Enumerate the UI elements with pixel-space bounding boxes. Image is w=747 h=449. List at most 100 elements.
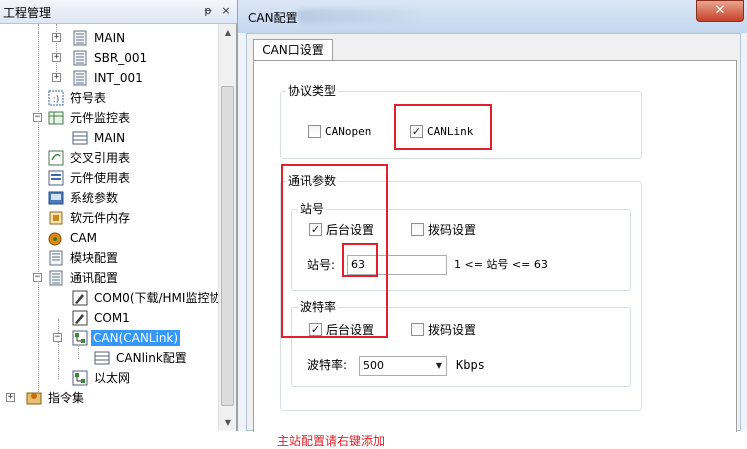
baud-background-checkbox[interactable]: ✓ 后台设置 xyxy=(309,322,385,338)
tree-item-com0[interactable]: COM0(下载/HMI监控协 xyxy=(0,288,218,308)
program-icon xyxy=(73,30,87,46)
baud-select[interactable]: 500 ▼ xyxy=(359,356,447,376)
project-panel-title: 工程管理 xyxy=(3,6,52,20)
baud-select-value: 500 xyxy=(363,359,384,372)
collapse-icon[interactable]: − xyxy=(53,333,62,342)
subroutine-icon xyxy=(73,50,87,66)
station-background-checkbox[interactable]: ✓ 后台设置 xyxy=(309,222,385,238)
tree-item-symbols[interactable]: :) 符号表 xyxy=(0,88,218,108)
canopen-label: CANopen xyxy=(325,125,372,138)
scroll-up-icon[interactable]: ▲ xyxy=(220,24,236,41)
tree-item-canlink-config[interactable]: CANlink配置 xyxy=(0,348,218,368)
tree-item-label: 符号表 xyxy=(70,91,107,105)
interrupt-icon xyxy=(73,70,87,86)
dialog-body: CAN口设置 协议类型 CANopen ✓ CANLink 通讯参数 站号 ✓ … xyxy=(246,33,741,448)
dialog-titlebar[interactable]: CAN配置 ✕ xyxy=(238,0,747,33)
station-dip-checkbox[interactable]: 拨码设置 xyxy=(411,222,487,238)
expand-icon[interactable]: + xyxy=(6,393,15,402)
tree-item-instruction-set[interactable]: + 指令集 xyxy=(0,388,218,408)
check-icon[interactable]: ✓ xyxy=(309,323,322,336)
checkbox-box[interactable] xyxy=(411,223,424,236)
tree-item-label: CANlink配置 xyxy=(116,351,187,365)
baud-dip-checkbox[interactable]: 拨码设置 xyxy=(411,322,487,338)
tree-item-label: 系统参数 xyxy=(70,191,119,205)
tree-item-element-usage[interactable]: 元件使用表 xyxy=(0,168,218,188)
expand-icon[interactable]: + xyxy=(52,73,61,82)
tree-item-can[interactable]: − CAN(CANLink) xyxy=(0,328,218,348)
comm-config-icon xyxy=(49,270,63,286)
serial-port-icon xyxy=(72,310,88,326)
tab-page: 协议类型 CANopen ✓ CANLink 通讯参数 站号 ✓ 后台设置 拨码… xyxy=(253,60,737,448)
module-config-icon xyxy=(49,250,63,266)
usage-table-icon xyxy=(48,170,64,186)
collapse-icon[interactable]: − xyxy=(33,113,42,122)
checkbox-box[interactable] xyxy=(411,323,424,336)
tree-item-cross-ref[interactable]: 交叉引用表 xyxy=(0,148,218,168)
tree-item-monitor-main[interactable]: MAIN xyxy=(0,128,218,148)
cam-icon xyxy=(48,232,62,246)
baud-group-title: 波特率 xyxy=(298,300,339,314)
tree-item-system-params[interactable]: 系统参数 xyxy=(0,188,218,208)
station-range-text: 1 <= 站号 <= 63 xyxy=(454,258,548,271)
instruction-set-icon xyxy=(26,392,42,405)
can-config-dialog: CAN配置 ✕ CAN口设置 协议类型 CANopen ✓ CANLink 通讯… xyxy=(237,0,747,448)
tree-item-label: CAM xyxy=(70,231,97,245)
project-tree: + MAIN + SBR_001 + INT_001:) 符号表 − 元件监控… xyxy=(0,24,218,431)
blurred-title-region xyxy=(298,9,418,23)
tree-item-label: 以太网 xyxy=(94,371,131,385)
tree-scrollbar[interactable]: ▲ ▼ xyxy=(218,24,236,431)
tree-item-label: 交叉引用表 xyxy=(70,151,131,165)
canlink-checkbox[interactable]: ✓ CANLink xyxy=(410,124,490,140)
station-background-label: 后台设置 xyxy=(326,223,375,237)
checkbox-box[interactable] xyxy=(308,125,321,138)
tree-item-label: INT_001 xyxy=(94,71,143,85)
baud-unit: Kbps xyxy=(456,358,485,372)
panel-close-icon[interactable]: × xyxy=(218,3,234,19)
tree-item-comm-config[interactable]: − 通讯配置 xyxy=(0,268,218,288)
pin-icon[interactable]: ᵽ xyxy=(200,3,216,19)
master-config-hint: 主站配置请右键添加 xyxy=(277,434,386,448)
check-icon[interactable]: ✓ xyxy=(410,125,423,138)
dialog-title: CAN配置 xyxy=(248,11,298,25)
baud-field-label: 波特率: xyxy=(307,358,348,372)
station-field-label: 站号: xyxy=(307,258,336,272)
serial-port-icon xyxy=(72,290,88,306)
monitor-table-icon xyxy=(48,111,64,125)
tree-item-cam[interactable]: CAM xyxy=(0,228,218,248)
baud-background-label: 后台设置 xyxy=(326,323,375,337)
tree-item-soft-memory[interactable]: 软元件内存 xyxy=(0,208,218,228)
can-network-icon xyxy=(72,330,88,346)
tree-item-com1[interactable]: COM1 xyxy=(0,308,218,328)
dialog-close-button[interactable]: ✕ xyxy=(696,0,744,22)
baud-dip-label: 拨码设置 xyxy=(428,323,477,337)
check-icon[interactable]: ✓ xyxy=(309,223,322,236)
expand-icon[interactable]: + xyxy=(52,33,61,42)
tree-item-module-config[interactable]: 模块配置 xyxy=(0,248,218,268)
tree-item-label: COM0(下载/HMI监控协 xyxy=(94,291,218,305)
tree-item-label: 软元件内存 xyxy=(70,211,131,225)
tree-item-sbr[interactable]: + SBR_001 xyxy=(0,48,218,68)
tree-item-main[interactable]: + MAIN xyxy=(0,28,218,48)
tree-item-ethernet[interactable]: 以太网 xyxy=(0,368,218,388)
tree-item-element-monitor[interactable]: − 元件监控表 xyxy=(0,108,218,128)
collapse-icon[interactable]: − xyxy=(33,273,42,282)
station-group: 站号 ✓ 后台设置 拨码设置 站号: 63 1 <= 站号 <= 63 xyxy=(291,202,631,291)
station-input[interactable]: 63 xyxy=(347,255,447,275)
tree-item-label: CAN(CANLink) xyxy=(91,330,181,346)
expand-icon[interactable]: + xyxy=(52,53,61,62)
scroll-down-icon[interactable]: ▼ xyxy=(220,414,236,431)
tree-item-label: 指令集 xyxy=(48,391,85,405)
table-icon xyxy=(72,131,88,145)
comm-params-group: 通讯参数 站号 ✓ 后台设置 拨码设置 站号: 63 1 <= 站号 <= 63 xyxy=(280,174,642,411)
scrollbar-thumb[interactable] xyxy=(221,86,234,406)
chevron-down-icon[interactable]: ▼ xyxy=(436,357,442,375)
tree-item-label: MAIN xyxy=(94,31,126,45)
station-dip-label: 拨码设置 xyxy=(428,223,477,237)
cross-reference-icon xyxy=(48,150,64,166)
canopen-checkbox[interactable]: CANopen xyxy=(308,124,378,140)
tab-can-port-settings[interactable]: CAN口设置 xyxy=(253,39,333,61)
baud-group: 波特率 ✓ 后台设置 拨码设置 波特率: 500 ▼ Kbps xyxy=(291,300,631,387)
tree-item-label: 通讯配置 xyxy=(70,271,119,285)
ethernet-icon xyxy=(72,370,88,386)
tree-item-int[interactable]: + INT_001 xyxy=(0,68,218,88)
